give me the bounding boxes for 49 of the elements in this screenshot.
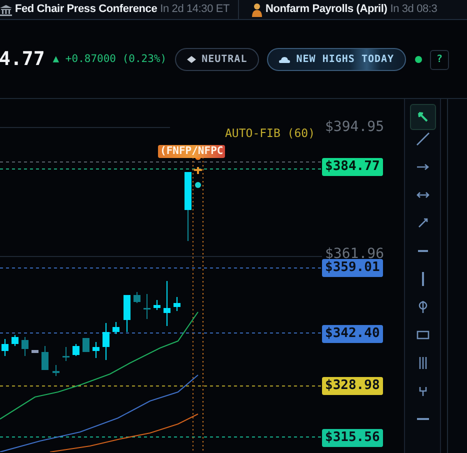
marker-dot-icon — [195, 182, 201, 188]
candle — [62, 346, 70, 362]
candle — [2, 338, 8, 356]
bank-icon — [0, 4, 12, 16]
event-title[interactable]: Fed Chair Press Conference — [15, 1, 158, 18]
candle — [174, 296, 180, 312]
status-badge[interactable]: NEW HIGHS TODAY — [267, 48, 406, 71]
candle — [42, 346, 48, 370]
candle — [134, 292, 140, 304]
fib-label: AUTO-FIB (60) — [225, 125, 316, 142]
candle — [22, 336, 28, 356]
candle — [92, 342, 100, 358]
candle — [12, 334, 18, 346]
axis-label: $394.95 — [325, 118, 384, 137]
candle — [102, 322, 110, 360]
price-tag: $384.77 — [322, 158, 383, 176]
cloud-icon — [279, 56, 290, 63]
candle — [184, 172, 192, 241]
candle — [112, 322, 120, 334]
candle — [32, 350, 38, 354]
price-tag: $315.56 — [322, 429, 383, 447]
candle — [144, 294, 150, 320]
candle — [72, 344, 80, 356]
cross-marker-icon — [193, 166, 203, 175]
change-value: ▲ +0.87000 (0.23%) — [52, 52, 167, 67]
price-tag: $328.98 — [322, 377, 383, 395]
diamond-icon — [186, 56, 196, 63]
drawing-tool-button[interactable] — [410, 104, 436, 130]
help-button[interactable]: ? — [430, 50, 450, 70]
status-badge[interactable]: NEUTRAL — [174, 48, 260, 71]
diagonal-line-icon — [416, 132, 430, 146]
event-time: In 3d 08:3 — [390, 2, 438, 18]
axis-label: $361.96 — [325, 245, 384, 262]
rectangle-icon — [416, 328, 430, 342]
candle — [52, 364, 60, 376]
price-value: 4.77 — [0, 47, 45, 72]
price-tag: $359.01 — [322, 259, 383, 277]
vertical-line-icon — [422, 272, 424, 286]
candle — [82, 338, 90, 352]
price-tag: $342.40 — [322, 325, 383, 343]
candle — [164, 280, 170, 326]
event-title[interactable]: Nonfarm Payrolls (April) — [266, 1, 388, 18]
event-time: In 2d 14:30 ET — [160, 2, 230, 18]
person-icon — [250, 2, 263, 16]
candle — [124, 294, 130, 332]
status-dot-icon — [415, 56, 422, 63]
price-chart[interactable]: $394.95 $361.96 AUTO-FIB (60) (FNFP/NFPC $384.77 $359.01 $342.40 $328.98 $315.56 — [0, 99, 404, 453]
cursor-icon — [416, 110, 430, 124]
candle — [154, 300, 160, 310]
